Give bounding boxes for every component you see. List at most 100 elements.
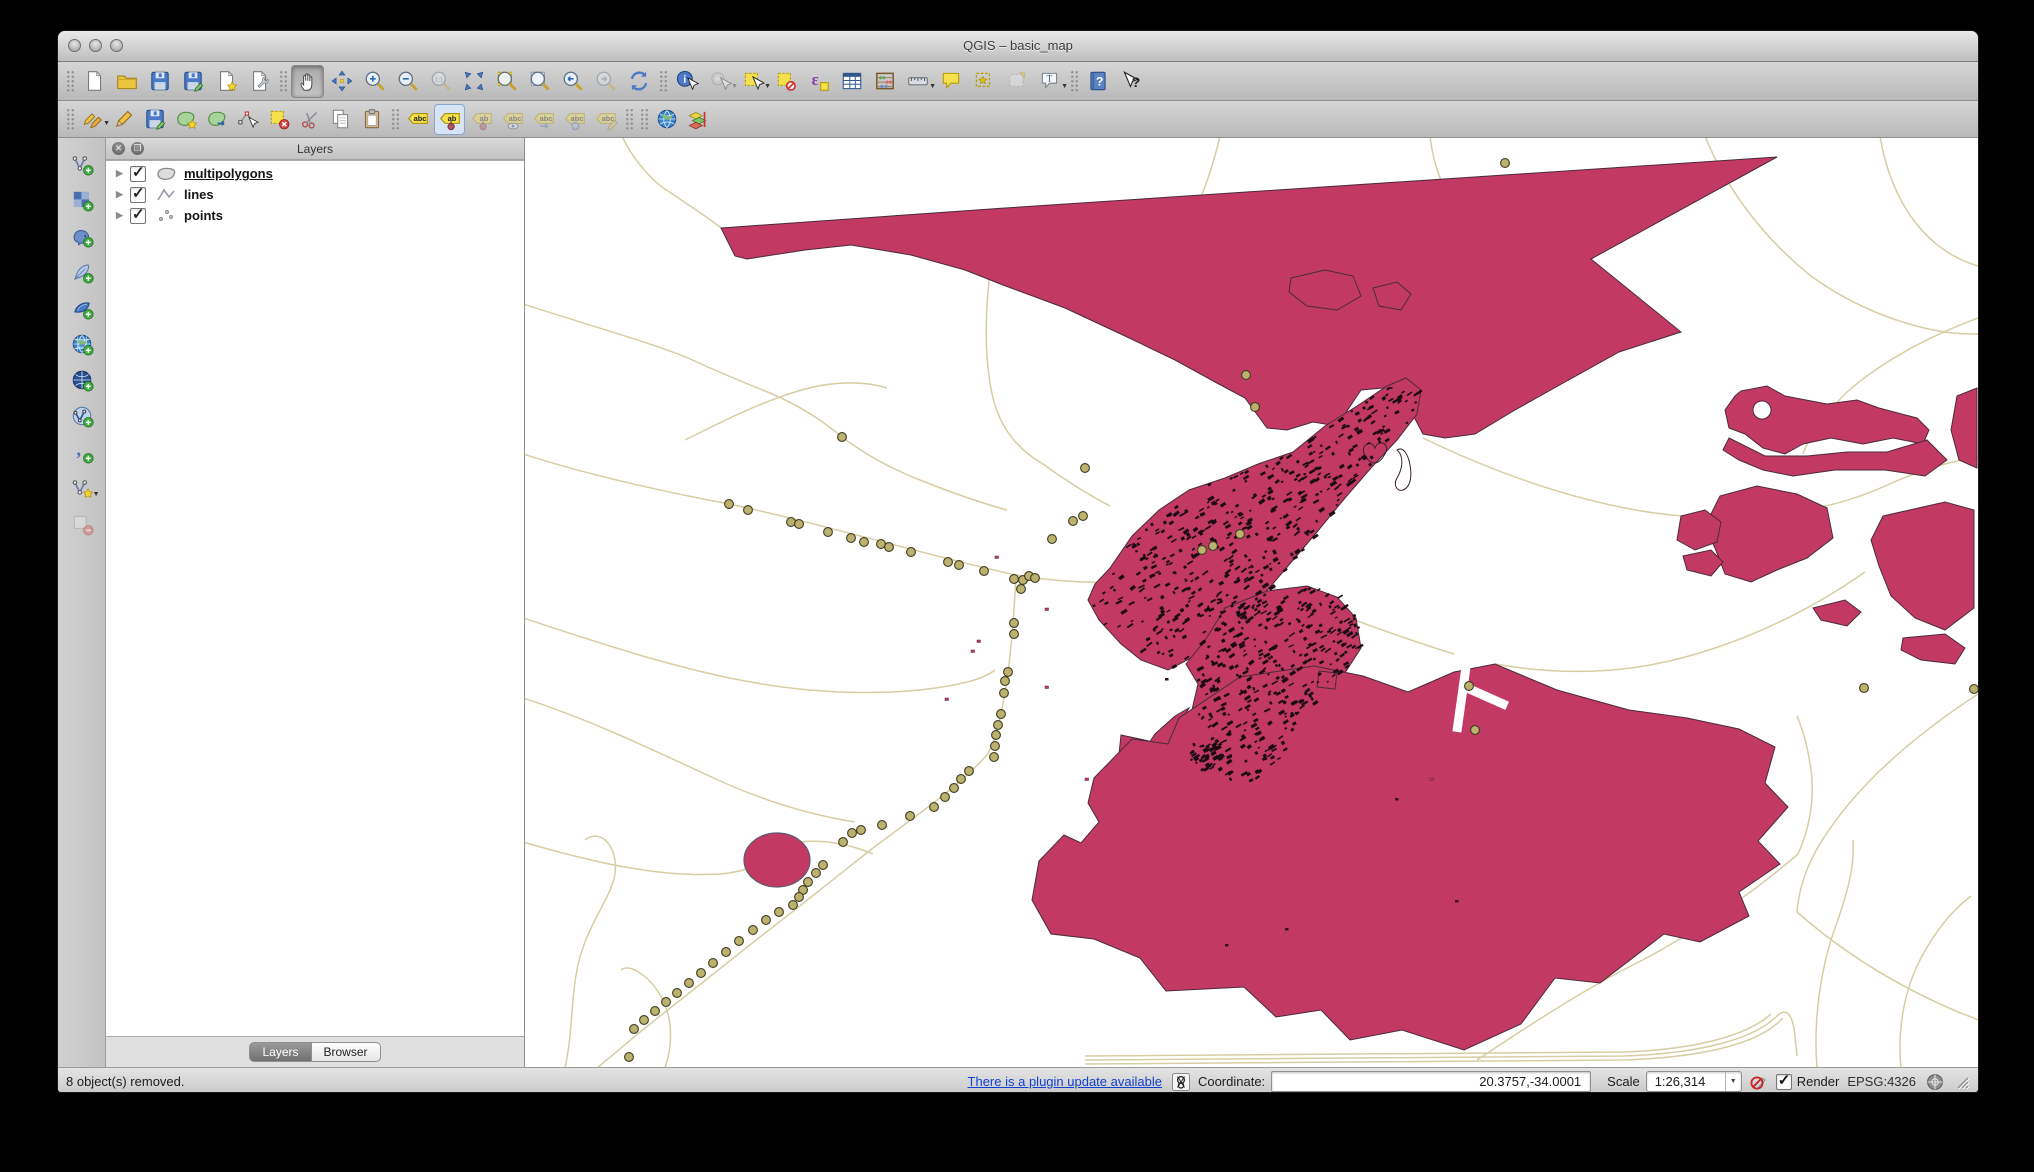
abc-pencil-icon: abc: [594, 107, 618, 131]
deselect-icon: [774, 69, 798, 93]
raster-icon: [70, 188, 94, 212]
open-attribute-table-button[interactable]: [836, 66, 867, 97]
add-wfs-layer-button[interactable]: [64, 398, 100, 434]
layer-label[interactable]: points: [184, 208, 223, 223]
move-label-button: abc: [529, 105, 558, 134]
zoom-window-button[interactable]: [110, 39, 123, 52]
paste-features-button[interactable]: [357, 105, 386, 134]
vnode-icon: [70, 152, 94, 176]
node-tool-button[interactable]: [233, 105, 262, 134]
save-edits-icon: [143, 107, 167, 131]
add-wms-layer-button[interactable]: [64, 326, 100, 362]
toolbar-handle: [390, 107, 399, 131]
minimize-window-button[interactable]: [89, 39, 102, 52]
save-layer-edits-button[interactable]: [140, 105, 169, 134]
move-feature-button[interactable]: [202, 105, 231, 134]
select-by-expression-button[interactable]: ε: [803, 66, 834, 97]
abpin2-icon: ab: [470, 107, 494, 131]
blob-arrow-icon: [205, 107, 229, 131]
layer-labeling-button[interactable]: abc: [403, 105, 432, 134]
crs-projector-icon[interactable]: [1926, 1073, 1944, 1091]
zoom-to-layer-button[interactable]: [524, 66, 555, 97]
open-project-button[interactable]: [111, 66, 142, 97]
help-contents-button[interactable]: ?: [1082, 66, 1113, 97]
delete-selected-button[interactable]: [264, 105, 293, 134]
svg-text:abc: abc: [508, 114, 521, 123]
render-checkbox[interactable]: [1776, 1074, 1792, 1090]
titlebar[interactable]: QGIS – basic_map: [58, 31, 1978, 62]
save-project-as-button[interactable]: [177, 66, 208, 97]
add-vector-layer-button[interactable]: [64, 146, 100, 182]
chevron-down-icon[interactable]: ▼: [1725, 1072, 1741, 1091]
scale-combobox[interactable]: 1:26,314 ▼: [1646, 1071, 1742, 1092]
zoom-to-selection-button[interactable]: [491, 66, 522, 97]
add-raster-layer-button[interactable]: [64, 182, 100, 218]
layer-item-lines[interactable]: ▶ lines: [106, 184, 524, 205]
pin-labels-button[interactable]: ab: [434, 104, 465, 135]
add-wcs-layer-button[interactable]: [64, 362, 100, 398]
deselect-features-button[interactable]: [770, 66, 801, 97]
mag-minus-icon: [396, 69, 420, 93]
vnode-icon: [70, 476, 94, 500]
whats-this-button[interactable]: ?: [1115, 66, 1146, 97]
plugin-icon[interactable]: [1172, 1073, 1190, 1091]
zoom-last-button[interactable]: [557, 66, 588, 97]
pan-to-selection-button[interactable]: [326, 66, 357, 97]
new-bookmark-button[interactable]: [968, 66, 999, 97]
layer-label[interactable]: multipolygons: [184, 166, 273, 181]
add-mssql-layer-button[interactable]: [64, 290, 100, 326]
zoom-full-button[interactable]: [458, 66, 489, 97]
tab-browser[interactable]: Browser: [311, 1042, 381, 1062]
layer-visibility-checkbox[interactable]: [130, 208, 146, 224]
measure-button[interactable]: ▼: [902, 66, 933, 97]
expand-icon[interactable]: ▶: [116, 210, 130, 221]
add-postgis-layer-button[interactable]: [64, 218, 100, 254]
add-spatialite-layer-button[interactable]: [64, 254, 100, 290]
plugin-layers-button[interactable]: [683, 105, 712, 134]
stop-render-icon[interactable]: [1750, 1073, 1768, 1091]
text-annotation-button[interactable]: T▼: [1034, 66, 1065, 97]
select-features-button[interactable]: ▼: [737, 66, 768, 97]
plugin-update-link[interactable]: There is a plugin update available: [968, 1074, 1162, 1089]
map-canvas[interactable]: [525, 138, 1978, 1067]
pan-map-button[interactable]: [291, 65, 324, 98]
zoom-in-button[interactable]: [359, 66, 390, 97]
toolbar-handle: [639, 107, 648, 131]
web-plugin-button[interactable]: [652, 105, 681, 134]
add-feature-button[interactable]: [171, 105, 200, 134]
map-tips-button[interactable]: [935, 66, 966, 97]
zoom-out-button[interactable]: [392, 66, 423, 97]
resize-grip[interactable]: [1954, 1074, 1970, 1090]
cut-features-button[interactable]: [295, 105, 324, 134]
new-shapefile-layer-button[interactable]: ▼: [64, 470, 100, 506]
identify-features-button[interactable]: i: [671, 66, 702, 97]
expand-icon[interactable]: ▶: [116, 168, 130, 179]
refresh-map-button[interactable]: [623, 66, 654, 97]
svg-text:abc: abc: [539, 114, 552, 123]
new-project-button[interactable]: [78, 66, 109, 97]
layer-item-multipolygons[interactable]: ▶ multipolygons: [106, 163, 524, 184]
coordinate-input[interactable]: 20.3757,-34.0001: [1271, 1071, 1591, 1092]
layer-label[interactable]: lines: [184, 187, 214, 202]
close-window-button[interactable]: [68, 39, 81, 52]
map-svg[interactable]: [525, 138, 1978, 1067]
layer-visibility-checkbox[interactable]: [130, 187, 146, 203]
expand-icon[interactable]: ▶: [116, 189, 130, 200]
mag-layer-icon: [528, 69, 552, 93]
copy-features-button[interactable]: [326, 105, 355, 134]
save-project-button[interactable]: [144, 66, 175, 97]
add-delimited-text-layer-button[interactable]: ,: [64, 434, 100, 470]
toggle-editing-button[interactable]: [109, 105, 138, 134]
tab-layers[interactable]: Layers: [249, 1042, 310, 1062]
svg-text:abc: abc: [601, 114, 614, 123]
zoom-next-button: [590, 66, 621, 97]
layer-item-points[interactable]: ▶ points: [106, 205, 524, 226]
field-calculator-button[interactable]: [869, 66, 900, 97]
current-edits-button[interactable]: ▼: [78, 105, 107, 134]
layer-visibility-checkbox[interactable]: [130, 166, 146, 182]
composer-manager-button[interactable]: [243, 66, 274, 97]
new-print-composer-button[interactable]: [210, 66, 241, 97]
refresh-icon: [627, 69, 651, 93]
point-layer-icon: [155, 208, 177, 224]
toolbar-handle: [1069, 69, 1078, 93]
